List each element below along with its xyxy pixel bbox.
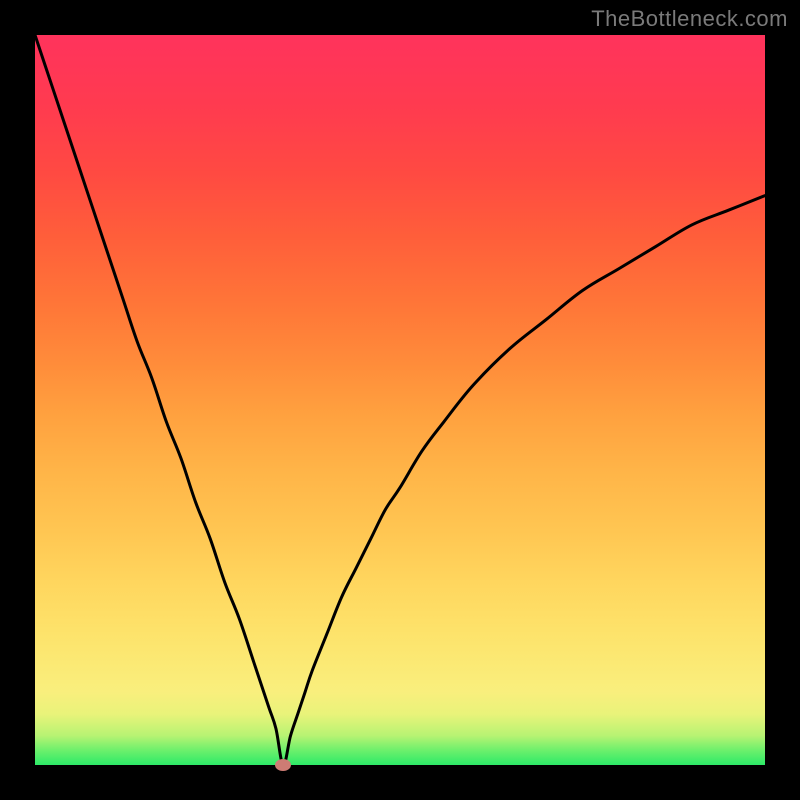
minimum-marker (275, 759, 291, 771)
chart-frame: TheBottleneck.com (0, 0, 800, 800)
bottleneck-curve (35, 35, 765, 765)
plot-area (35, 35, 765, 765)
watermark-text: TheBottleneck.com (591, 6, 788, 32)
